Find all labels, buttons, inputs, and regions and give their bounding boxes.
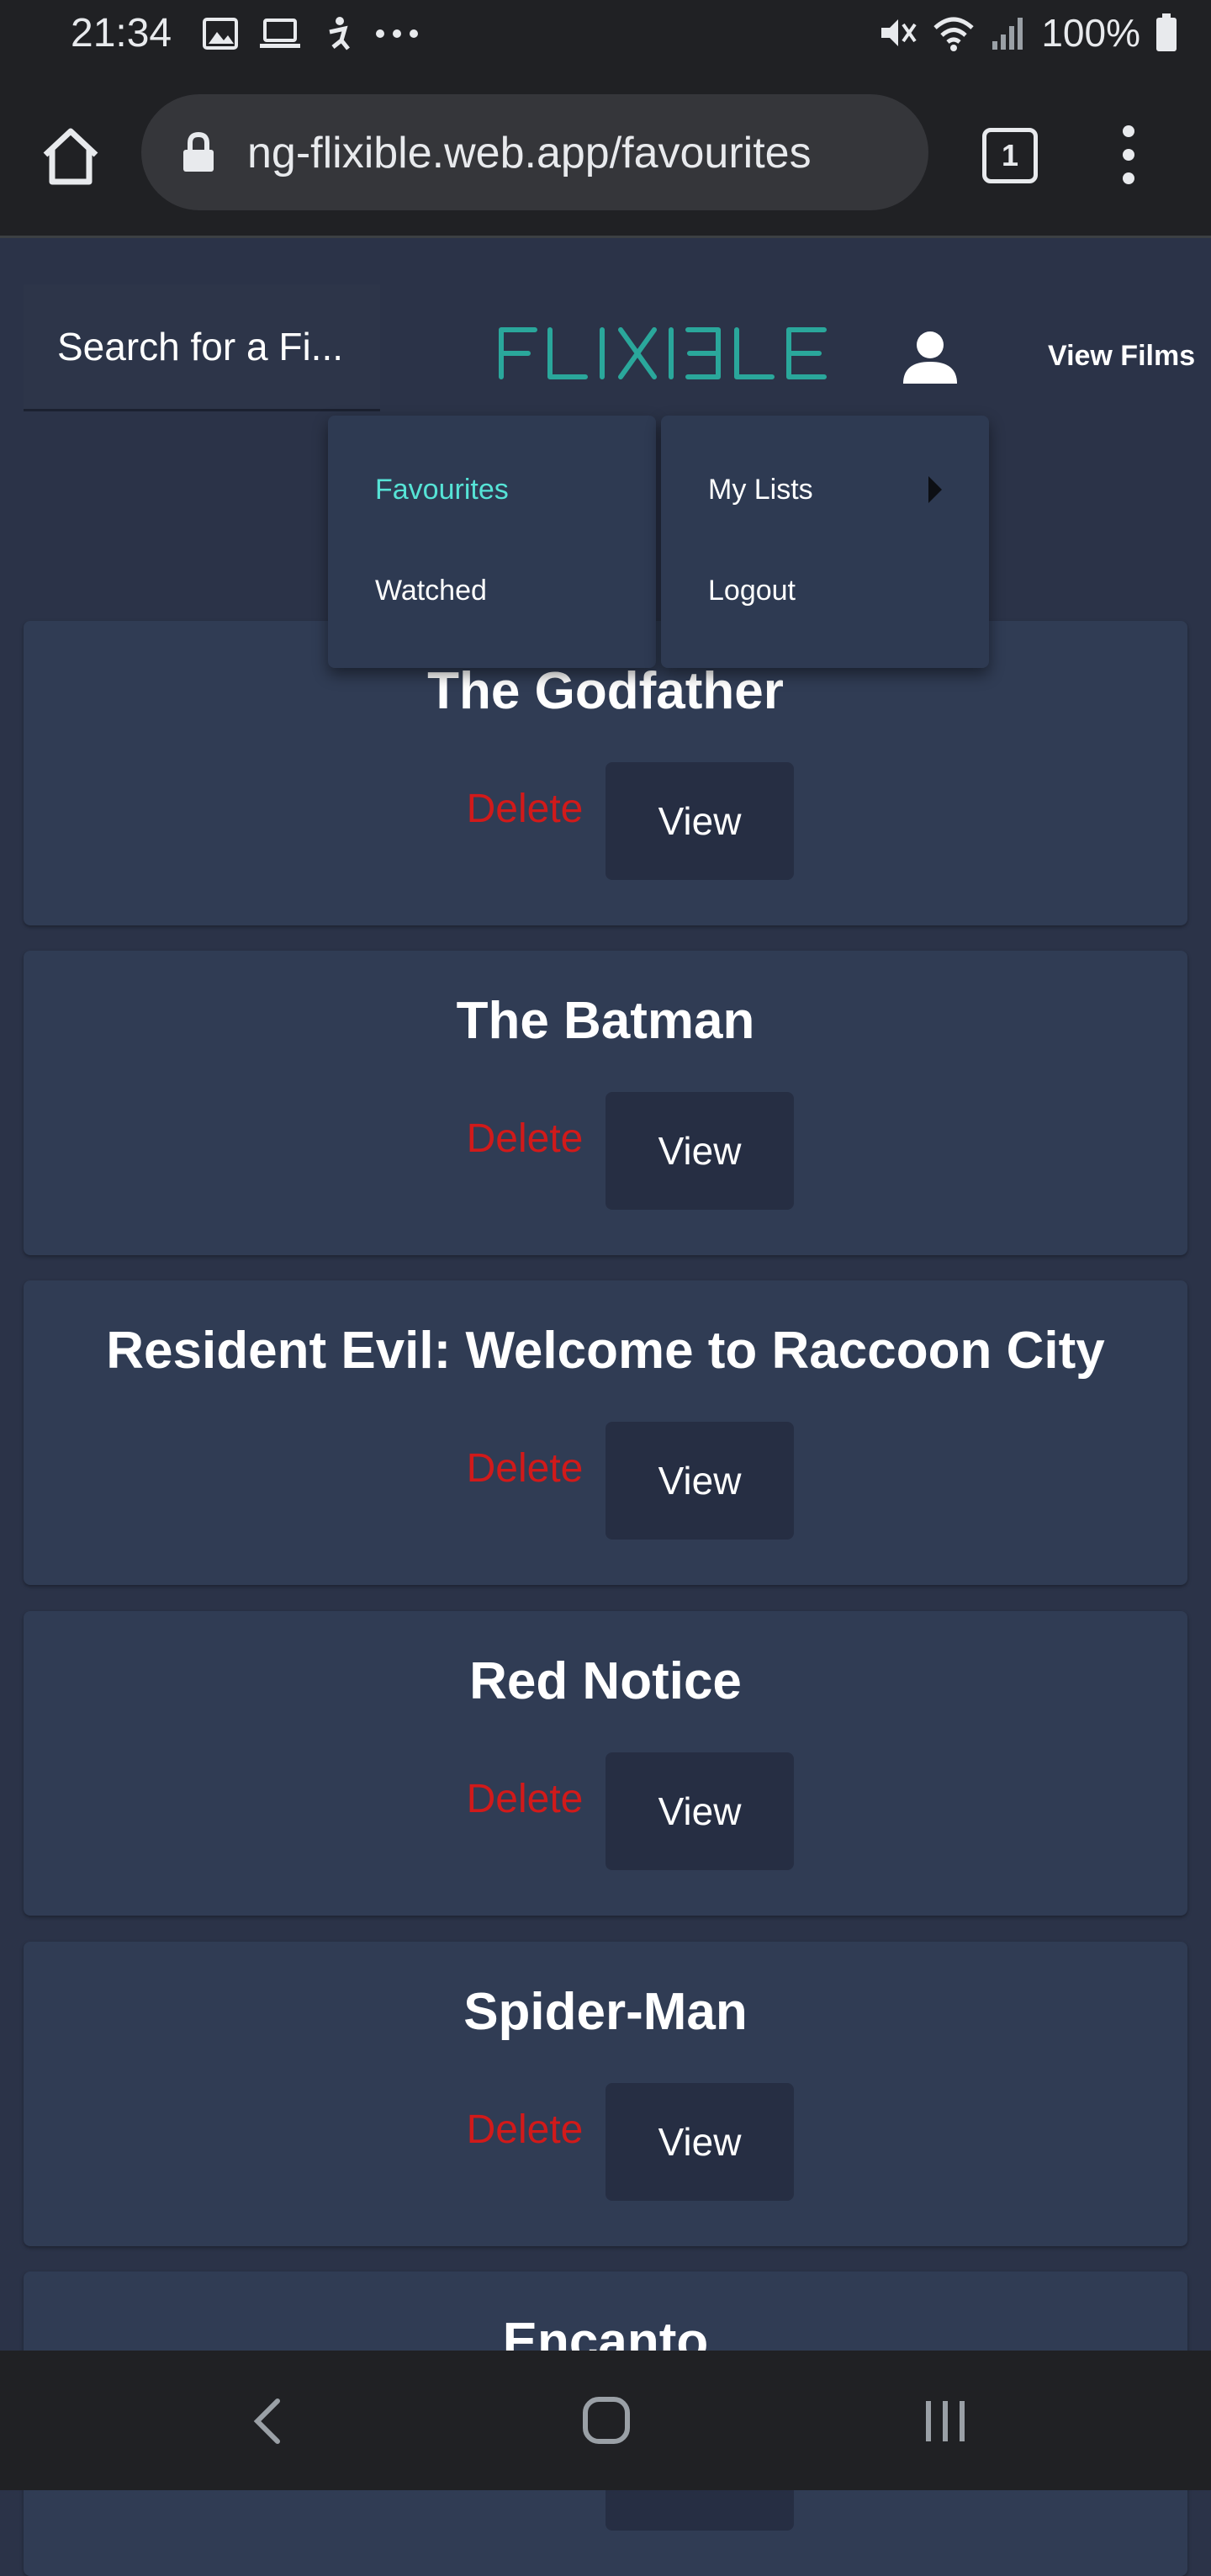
home-icon[interactable] <box>39 125 103 188</box>
delete-button[interactable]: Delete <box>451 2083 599 2177</box>
laptop-icon <box>260 19 300 48</box>
battery-icon <box>1156 13 1177 51</box>
accessibility-icon <box>329 17 350 50</box>
film-card: Red Notice Delete View <box>24 1611 1187 1916</box>
view-button[interactable]: View <box>606 1752 794 1870</box>
delete-button[interactable]: Delete <box>451 1092 599 1186</box>
delete-button[interactable]: Delete <box>451 1752 599 1847</box>
film-title: The Godfather <box>427 662 784 720</box>
view-films-link[interactable]: View Films <box>1048 340 1195 373</box>
film-title: The Batman <box>456 992 755 1050</box>
delete-button[interactable]: Delete <box>451 1422 599 1516</box>
recent-apps-icon[interactable] <box>922 2398 969 2445</box>
flixible-logo[interactable] <box>498 326 828 380</box>
film-title: Red Notice <box>469 1652 742 1710</box>
home-nav-icon[interactable] <box>582 2396 631 2445</box>
status-bar: 21:34 100% <box>0 0 1211 71</box>
wifi-icon <box>933 17 975 51</box>
view-button[interactable]: View <box>606 1092 794 1210</box>
user-menu-panel: Favourites Watched <box>328 416 656 668</box>
url-text: ng-flixible.web.app/favourites <box>247 129 812 178</box>
battery-percentage: 100% <box>1041 11 1140 55</box>
address-bar[interactable]: ng-flixible.web.app/favourites <box>141 94 928 210</box>
view-button[interactable]: View <box>606 762 794 880</box>
submenu-arrow-icon <box>928 476 942 503</box>
film-card: Spider-Man Delete View <box>24 1942 1187 2246</box>
user-account-icon[interactable] <box>902 330 959 384</box>
film-card: The Batman Delete View <box>24 951 1187 1255</box>
back-icon[interactable] <box>249 2396 286 2446</box>
tab-count: 1 <box>982 128 1038 183</box>
menu-item-label: My Lists <box>708 474 813 506</box>
menu-item-favourites[interactable]: Favourites <box>328 439 656 540</box>
lists-menu-panel: My Lists Logout <box>661 416 989 668</box>
mute-icon <box>881 19 917 46</box>
status-time: 21:34 <box>71 11 172 56</box>
film-title: Resident Evil: Welcome to Raccoon City <box>106 1322 1105 1380</box>
more-vert-icon[interactable] <box>1112 121 1145 188</box>
menu-item-logout[interactable]: Logout <box>661 540 989 641</box>
more-notifications-icon <box>376 29 418 38</box>
film-card: Resident Evil: Welcome to Raccoon City D… <box>24 1280 1187 1585</box>
film-search-input[interactable] <box>24 284 380 409</box>
delete-button[interactable]: Delete <box>451 762 599 856</box>
tab-switcher-button[interactable]: 1 <box>982 128 1038 183</box>
image-icon <box>203 18 238 50</box>
menu-item-watched[interactable]: Watched <box>328 540 656 641</box>
search-box <box>24 284 380 411</box>
system-nav-bar <box>0 2351 1211 2490</box>
lock-icon <box>183 131 214 172</box>
browser-toolbar: ng-flixible.web.app/favourites 1 <box>0 71 1211 238</box>
signal-icon <box>992 18 1023 50</box>
view-button[interactable]: View <box>606 2083 794 2201</box>
menu-item-my-lists[interactable]: My Lists <box>661 439 989 540</box>
view-button[interactable]: View <box>606 1422 794 1540</box>
film-title: Spider-Man <box>463 1983 748 2041</box>
